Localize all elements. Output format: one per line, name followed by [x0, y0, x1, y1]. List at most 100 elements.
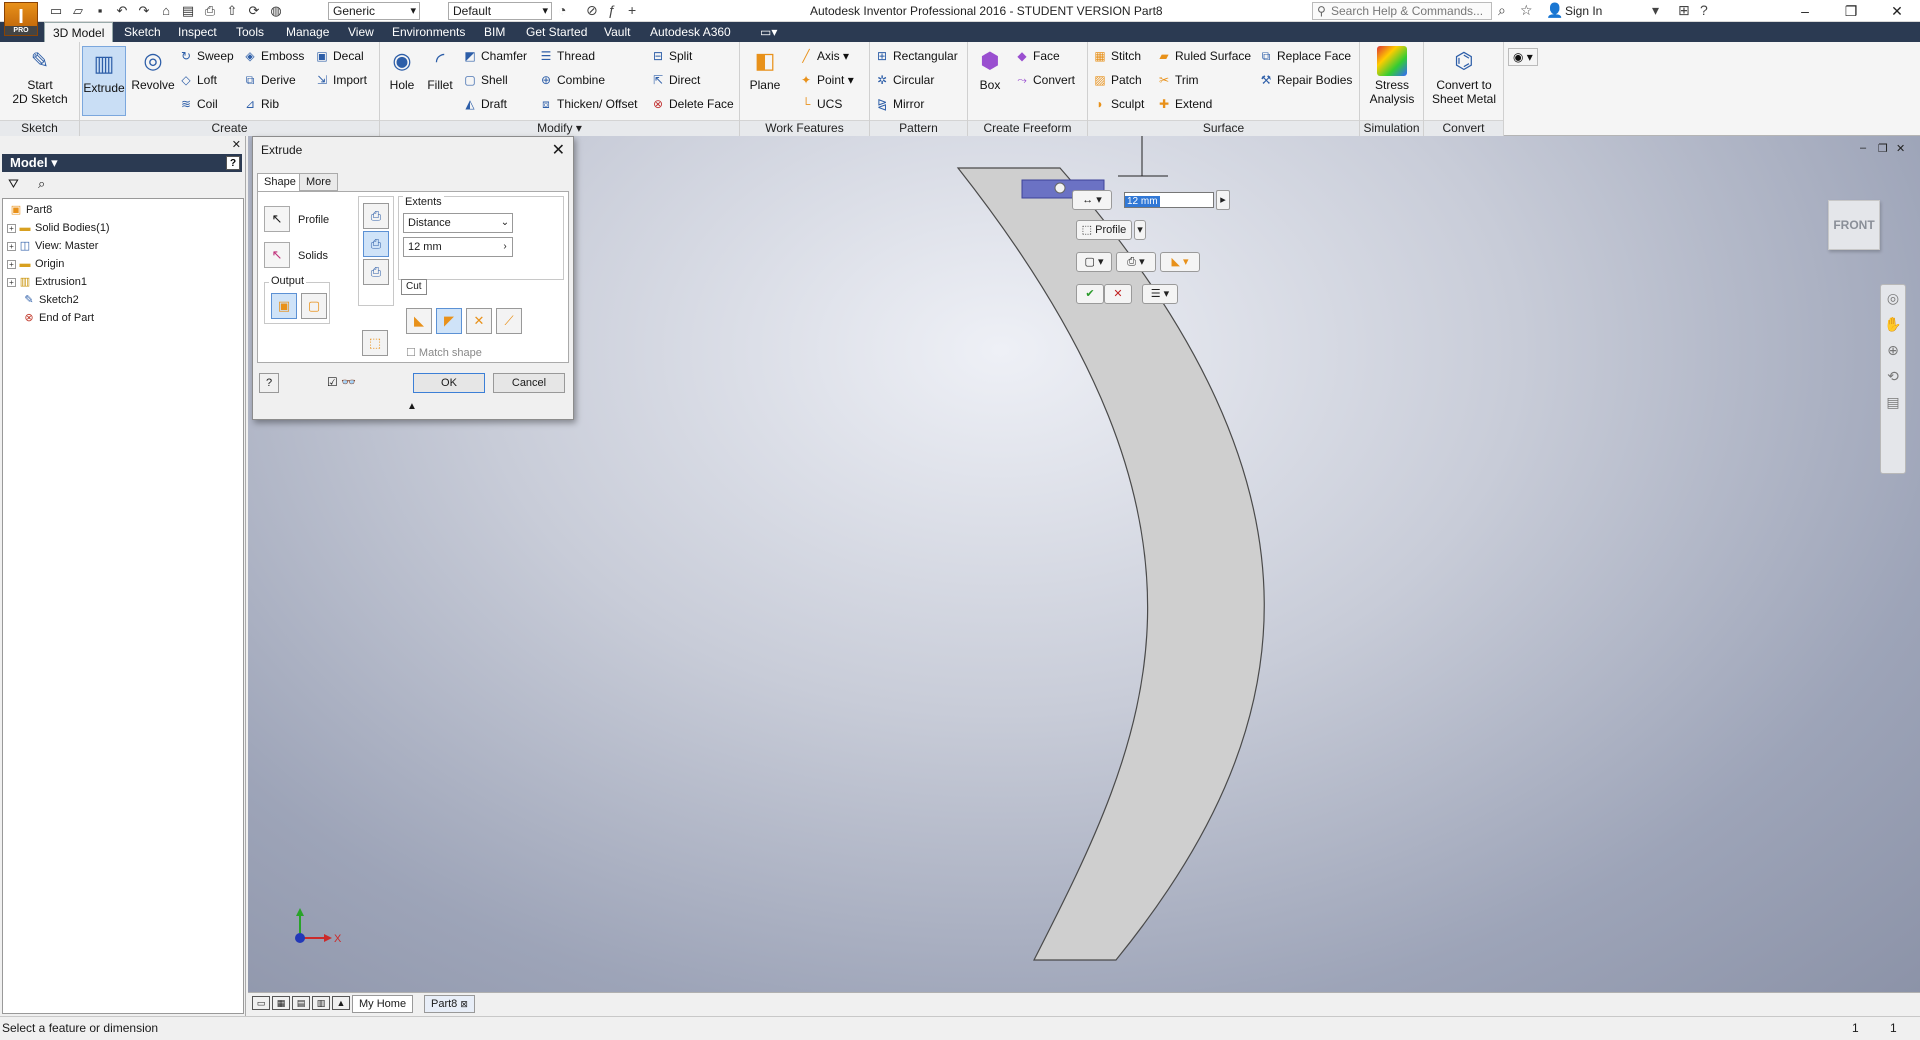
cancel-x-button[interactable]: ✕ [1104, 284, 1132, 304]
minitoolbar-options-button[interactable]: ☰ ▾ [1142, 284, 1178, 304]
new-solid-button[interactable]: ⬚ [362, 330, 388, 356]
distance-input[interactable]: 12 mm [1124, 192, 1214, 208]
coil-button[interactable]: ≋ Coil [178, 96, 218, 112]
direction1-button[interactable]: ◣ [406, 308, 432, 334]
viewcube[interactable]: FRONT [1828, 200, 1880, 250]
sign-in-link[interactable]: Sign In [1565, 4, 1602, 18]
drag-handle[interactable] [1054, 182, 1066, 194]
fx-icon[interactable]: ƒ [608, 2, 616, 18]
cascade-icon[interactable]: ▥ [312, 996, 330, 1010]
tile-vertical-icon[interactable]: ▤ [292, 996, 310, 1010]
tab-overflow[interactable]: ▭▾ [752, 22, 785, 42]
chevron-down-icon[interactable]: ▾ [1652, 2, 1659, 19]
tab-tools[interactable]: Tools [228, 22, 272, 42]
appearance-select[interactable]: Default [448, 2, 552, 20]
minimize-button[interactable]: – [1782, 0, 1828, 22]
start-2d-sketch-button[interactable]: ✎ Start 2D Sketch [8, 46, 72, 106]
intersect-button[interactable]: ⎙ [363, 259, 389, 285]
combine-button[interactable]: ⊕ Combine [538, 72, 605, 88]
trim-button[interactable]: ✂ Trim [1156, 72, 1199, 88]
pan-icon[interactable]: ✋ [1881, 311, 1905, 337]
help-icon[interactable]: ? [226, 156, 240, 170]
doctab-part8[interactable]: Part8 ⊠ [424, 995, 475, 1013]
tab-vault[interactable]: Vault [596, 22, 638, 42]
tab-autodesk-a360[interactable]: Autodesk A360 [642, 22, 739, 42]
join-button[interactable]: ⎙ [363, 203, 389, 229]
binoculars-icon[interactable]: ⌕ [1498, 2, 1506, 19]
hole-button[interactable]: ◉ Hole [384, 46, 420, 92]
select-icon[interactable]: ◍ [268, 3, 284, 19]
tree-item-part8[interactable]: ▣ Part8 [3, 201, 243, 219]
menu-up-icon[interactable]: ▲ [332, 996, 350, 1010]
profile-dropdown[interactable]: ▾ [1134, 220, 1146, 240]
save-icon[interactable]: ▪ [92, 3, 108, 19]
expand-icon[interactable]: + [7, 241, 16, 251]
tab-3d-model[interactable]: 3D Model [44, 22, 114, 42]
replace-face-button[interactable]: ⧉ Replace Face [1258, 48, 1351, 64]
chamfer-button[interactable]: ◩ Chamfer [462, 48, 527, 64]
thicken-offset-button[interactable]: ⧈ Thicken/ Offset [538, 96, 637, 112]
sweep-button[interactable]: ↻ Sweep [178, 48, 234, 64]
home-icon[interactable]: ⌂ [158, 3, 174, 19]
profile-select-button[interactable]: ↖ [264, 206, 290, 232]
tree-item-solid-bodies[interactable]: + ▬ Solid Bodies(1) [3, 219, 243, 237]
solids-select-button[interactable]: ↖ [264, 242, 290, 268]
find-icon[interactable]: ⌕ [38, 176, 45, 192]
extrude-button[interactable]: ▥ Extrude [82, 46, 126, 116]
redo-icon[interactable]: ↷ [136, 3, 152, 19]
tab-shape[interactable]: Shape [257, 173, 303, 192]
import-button[interactable]: ⇲ Import [314, 72, 367, 88]
output-solid-button[interactable]: ▢ ▾ [1076, 252, 1112, 272]
search-input[interactable]: Search Help & Commands... [1312, 2, 1492, 20]
split-button[interactable]: ⊟ Split [650, 48, 692, 64]
doctab-my-home[interactable]: My Home [352, 995, 414, 1013]
preview-checkbox[interactable]: ☑ 👓 [327, 375, 356, 389]
close-icon[interactable]: ⊠ [460, 999, 468, 1009]
revolve-button[interactable]: ◎ Revolve [128, 46, 178, 92]
delete-face-button[interactable]: ⊗ Delete Face [650, 96, 734, 112]
tree-item-extrusion1[interactable]: + ▥ Extrusion1 [3, 273, 243, 291]
symmetric-button[interactable]: ✕ [466, 308, 492, 334]
expand-icon[interactable]: + [7, 259, 16, 269]
zoom-icon[interactable]: ⊕ [1881, 337, 1905, 363]
convert-button[interactable]: ⤳ Convert [1014, 72, 1075, 88]
derive-button[interactable]: ⧉ Derive [242, 72, 296, 88]
expand-icon[interactable]: + [7, 223, 16, 233]
mirror-button[interactable]: ⧎ Mirror [874, 96, 924, 112]
cut-button[interactable]: ⎙ [363, 231, 389, 257]
tab-environments[interactable]: Environments [384, 22, 473, 42]
output-surface-button[interactable]: ▢ [301, 293, 327, 319]
star-icon[interactable]: ☆ [1520, 2, 1533, 19]
clear-appearance-icon[interactable]: ⊘ [586, 2, 598, 19]
appearance-adjust-icon[interactable]: ◔ [558, 2, 566, 18]
convert-to-sheet-metal-button[interactable]: ⌬ Convert to Sheet Metal [1426, 46, 1502, 106]
orbit-icon[interactable]: ⟲ [1881, 363, 1905, 389]
operation-button[interactable]: ⎙ ▾ [1116, 252, 1156, 272]
open-icon[interactable]: ▱ [70, 3, 86, 19]
close-icon[interactable]: ✕ [232, 138, 241, 151]
project-icon[interactable]: ▤ [180, 3, 196, 19]
tab-view[interactable]: View [340, 22, 382, 42]
emboss-button[interactable]: ◈ Emboss [242, 48, 304, 64]
close-button[interactable]: ✕ [1874, 0, 1920, 22]
sculpt-button[interactable]: ◗ Sculpt [1092, 96, 1144, 112]
extents-select[interactable]: Distance ⌄ [403, 213, 513, 233]
circular-pattern-button[interactable]: ✲ Circular [874, 72, 934, 88]
filter-icon[interactable]: ⛛ [8, 176, 19, 192]
shell-button[interactable]: ▢ Shell [462, 72, 507, 88]
tab-inspect[interactable]: Inspect [170, 22, 225, 42]
tree-item-origin[interactable]: + ▬ Origin [3, 255, 243, 273]
undo-icon[interactable]: ↶ [114, 3, 130, 19]
tab-sketch[interactable]: Sketch [116, 22, 169, 42]
return-icon[interactable]: ⇧ [224, 3, 240, 19]
draft-button[interactable]: ◭ Draft [462, 96, 507, 112]
stress-analysis-button[interactable]: Stress Analysis [1362, 46, 1422, 106]
dialog-help-button[interactable]: ? [259, 373, 279, 393]
cancel-button[interactable]: Cancel [493, 373, 565, 393]
output-solid-button[interactable]: ▣ [271, 293, 297, 319]
expand-icon[interactable]: + [7, 277, 16, 287]
thread-button[interactable]: ☰ Thread [538, 48, 595, 64]
collapse-icon[interactable]: ▲ [407, 401, 417, 412]
match-shape-checkbox[interactable]: ☐ Match shape [406, 346, 482, 359]
box-button[interactable]: ⬢ Box [972, 46, 1008, 92]
